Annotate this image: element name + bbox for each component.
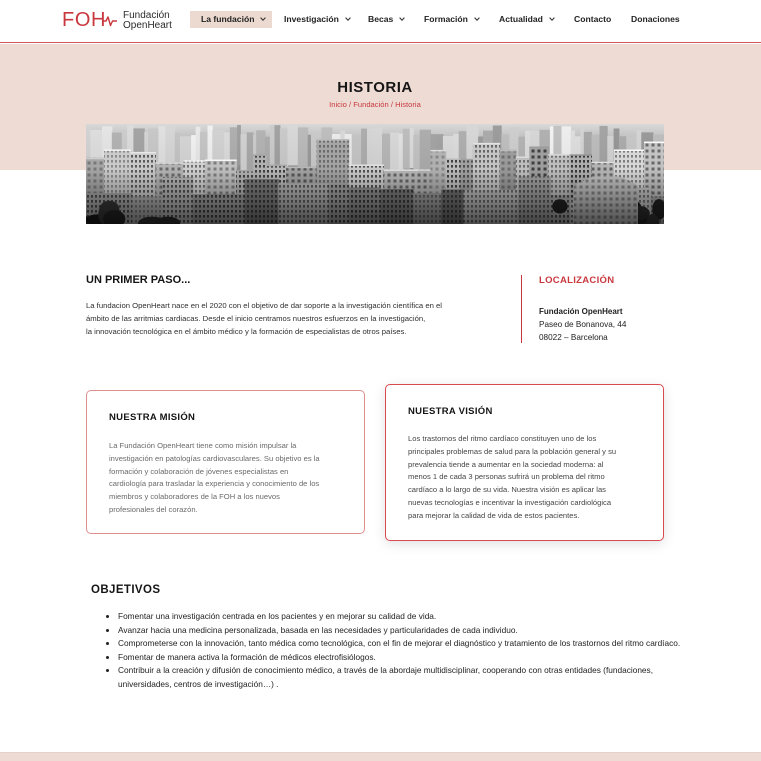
text-line: investigación en patologías cardiovascul… — [109, 453, 320, 463]
footer-strip — [0, 752, 761, 761]
logo-mark: FOH — [62, 9, 107, 31]
text-line: cardíaco a lo largo de su vida. Nuestra … — [408, 485, 606, 495]
text-line: prevalencia tiende a aumentar en la soci… — [408, 459, 604, 469]
breadcrumb-link-inicio[interactable]: Inicio — [329, 100, 347, 109]
mision-card: NUESTRA MISIÓN La Fundación OpenHeart ti… — [86, 390, 365, 534]
address-block: Fundación OpenHeart Paseo de Bonanova, 4… — [539, 305, 626, 344]
chevron-down-icon — [345, 16, 351, 21]
text-line: para mejorar la calidad de vida de estos… — [408, 510, 580, 520]
breadcrumb-separator: / — [390, 100, 393, 109]
breadcrumb: Inicio / Fundación / Historia — [86, 99, 664, 110]
page-title: HISTORIA — [337, 79, 413, 96]
city-photo — [86, 124, 664, 224]
nav-item-becas[interactable]: Becas — [368, 11, 406, 28]
chevron-down-icon — [260, 16, 267, 21]
list-item: Avanzar hacia una medicina personalizada… — [118, 624, 693, 638]
vision-card: NUESTRA VISIÓN Los trastornos del ritmo … — [385, 384, 664, 541]
text-line: La fundacion OpenHeart nace en el 2020 c… — [86, 300, 442, 310]
card-title: NUESTRA MISIÓN — [109, 412, 196, 423]
text-line: Los trastornos del ritmo cardíaco consti… — [408, 434, 597, 443]
text-line: principales problemas de salud para la p… — [408, 446, 617, 456]
breadcrumb-link-fundacion[interactable]: Fundación — [353, 100, 388, 109]
nav-item-label: Contacto — [574, 14, 612, 24]
chevron-down-icon — [474, 16, 480, 21]
nav-item-label: Investigación — [284, 14, 339, 24]
text-line: miembros y colaboradores de la FOH a los… — [109, 492, 280, 502]
nav-item-donaciones[interactable]: Donaciones — [631, 11, 680, 28]
breadcrumb-current: Historia — [395, 100, 421, 109]
nav-item-investigacion[interactable]: Investigación — [284, 11, 351, 28]
nav-item-label: Becas — [368, 14, 394, 24]
text-line: cardiología para trasladar la experienci… — [109, 479, 320, 489]
card-text: Los trastornos del ritmo cardíaco consti… — [408, 433, 616, 523]
section-heading-localizacion: LOCALIZACIÓN — [539, 275, 615, 286]
text-line: profesionales del corazón. — [109, 504, 198, 514]
divider — [521, 275, 522, 343]
nav-item-label: La fundación — [201, 14, 255, 24]
nav-item-la-fundacion[interactable]: La fundación — [190, 11, 272, 28]
card-title: NUESTRA VISIÓN — [408, 406, 493, 417]
text-line: menos 1 de cada 3 personas sufrirá un pr… — [408, 472, 605, 482]
nav-item-label: Donaciones — [631, 14, 680, 24]
chevron-down-icon — [549, 16, 555, 21]
objetivos-list: Fomentar una investigación centrada en l… — [118, 610, 693, 691]
breadcrumb-separator: / — [349, 100, 352, 109]
primer-paso-text: La fundacion OpenHeart nace en el 2020 c… — [86, 299, 442, 338]
list-item: Fomentar de manera activa la formación d… — [118, 651, 693, 665]
address-city: 08022 – Barcelona — [539, 332, 608, 342]
address-street: Paseo de Bonanova, 44 — [539, 319, 627, 329]
nav-item-contacto[interactable]: Contacto — [574, 11, 611, 28]
list-item: Fomentar una investigación centrada en l… — [118, 610, 693, 624]
address-name: Fundación OpenHeart — [539, 306, 623, 316]
logo[interactable]: FOH Fundación OpenHeart — [62, 8, 177, 34]
text-line: la innovación tecnológica en el ámbito m… — [86, 326, 407, 336]
heartbeat-icon — [102, 16, 117, 27]
text-line: formación y colaboración de jóvenes espe… — [109, 466, 289, 476]
nav-item-label: Formación — [424, 14, 468, 24]
nav-item-label: Actualidad — [499, 14, 543, 24]
nav-item-formacion[interactable]: Formación — [424, 11, 480, 28]
site-header: FOH Fundación OpenHeart La fundación Inv… — [0, 0, 761, 43]
card-text: La Fundación OpenHeart tiene como misión… — [109, 440, 320, 517]
section-heading-objetivos: OBJETIVOS — [91, 584, 161, 596]
list-item: Contribuir a la creación y difusión de c… — [118, 664, 693, 691]
text-line: ámbito de las arritmias cardiacas. Desde… — [86, 313, 426, 323]
list-item: Comprometerse con la innovación, tanto m… — [118, 637, 693, 651]
text-line: La Fundación OpenHeart tiene como misión… — [109, 441, 297, 450]
logo-name-line2: OpenHeart — [123, 20, 172, 31]
text-line: nuevas tecnologías e incentivar la inves… — [408, 497, 612, 507]
section-heading-primer-paso: UN PRIMER PASO... — [86, 274, 191, 286]
nav-item-actualidad[interactable]: Actualidad — [499, 11, 555, 28]
chevron-down-icon — [399, 16, 406, 21]
